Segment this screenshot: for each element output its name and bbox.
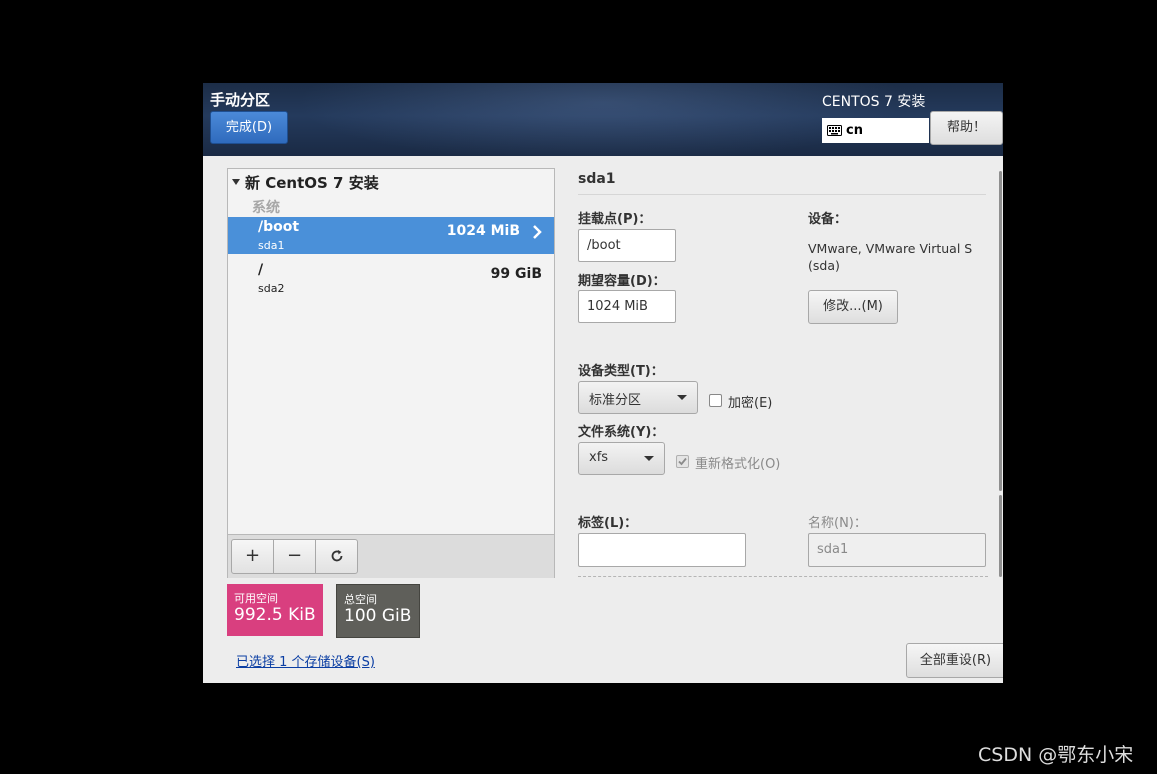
tree-root-label: 新 CentOS 7 安装 <box>245 174 379 192</box>
filesystem-select[interactable]: xfs <box>578 442 665 475</box>
total-space-label: 总空间 <box>344 593 377 606</box>
desired-capacity-label: 期望容量(D)： <box>578 274 666 289</box>
dashed-divider <box>578 576 988 577</box>
scrollbar[interactable] <box>999 171 1002 491</box>
partition-size: 1024 MiB <box>446 223 520 239</box>
total-space-value: 100 GiB <box>344 606 412 626</box>
encrypt-checkbox[interactable] <box>709 394 722 407</box>
page-title: 手动分区 <box>210 91 271 109</box>
expander-down-icon[interactable] <box>232 178 240 185</box>
add-partition-button[interactable]: + <box>231 539 274 574</box>
scrollbar-lower[interactable] <box>999 495 1002 577</box>
mount-point-label: 挂载点(P)： <box>578 212 652 227</box>
encrypt-label[interactable]: 加密(E) <box>728 392 772 411</box>
divider <box>578 194 986 195</box>
device-type-select[interactable]: 标准分区 <box>578 381 698 414</box>
available-space-label: 可用空间 <box>234 592 278 605</box>
help-button[interactable]: 帮助！ <box>930 111 1003 145</box>
storage-devices-link[interactable]: 已选择 1 个存储设备(S) <box>236 651 375 670</box>
device-type-value: 标准分区 <box>589 393 642 408</box>
product-title: CENTOS 7 安装 <box>822 94 926 110</box>
reformat-checkbox[interactable] <box>676 455 689 468</box>
remove-partition-button[interactable]: − <box>273 539 316 574</box>
keyboard-layout-indicator[interactable]: cn <box>822 118 929 143</box>
tag-input[interactable] <box>578 533 746 567</box>
header-bar: 手动分区 完成(D) CENTOS 7 安装 cn 帮助！ <box>203 83 1003 156</box>
done-button[interactable]: 完成(D) <box>210 111 288 144</box>
tree-root[interactable]: 新 CentOS 7 安装 <box>232 172 379 193</box>
mount-point-input[interactable]: /boot <box>578 229 676 262</box>
partition-detail-title: sda1 <box>578 171 616 187</box>
chevron-right-icon <box>533 225 542 239</box>
partition-toolbar: + − <box>228 534 554 578</box>
name-label: 名称(N)： <box>808 516 867 531</box>
installer-window: 手动分区 完成(D) CENTOS 7 安装 cn 帮助！ 新 CentOS 7… <box>203 83 1003 683</box>
device-type-label: 设备类型(T)： <box>578 364 664 379</box>
desired-capacity-input[interactable]: 1024 MiB <box>578 290 676 323</box>
checkmark-icon <box>678 457 687 466</box>
modify-device-button[interactable]: 修改...(M) <box>808 290 898 324</box>
watermark: CSDN @鄂东小宋 <box>978 744 1134 766</box>
dropdown-arrow-icon <box>644 456 654 461</box>
reset-all-button[interactable]: 全部重设(R) <box>906 643 1003 678</box>
partition-row-root[interactable]: / sda2 99 GiB <box>228 260 554 297</box>
name-input[interactable]: sda1 <box>808 533 986 567</box>
dropdown-arrow-icon <box>677 395 687 400</box>
partition-mount: /boot <box>258 219 300 235</box>
reformat-label[interactable]: 重新格式化(O) <box>695 453 780 472</box>
partition-size: 99 GiB <box>490 266 542 282</box>
device-value: VMware, VMware Virtual S (sda) <box>808 241 973 273</box>
partition-mount: / <box>258 262 264 278</box>
keyboard-icon <box>827 125 842 136</box>
group-label-system: 系统 <box>252 200 280 216</box>
partition-row-boot[interactable]: /boot sda1 1024 MiB <box>228 217 554 254</box>
available-space-box: 可用空间 992.5 KiB <box>227 584 323 636</box>
keyboard-layout-label: cn <box>846 123 863 138</box>
partition-tree-panel: 新 CentOS 7 安装 系统 /boot sda1 1024 MiB / s… <box>227 168 555 578</box>
partition-device: sda2 <box>258 282 285 295</box>
refresh-icon <box>331 550 342 562</box>
filesystem-value: xfs <box>589 450 609 465</box>
available-space-value: 992.5 KiB <box>234 605 316 625</box>
partition-device: sda1 <box>258 239 285 252</box>
device-label: 设备： <box>808 212 848 227</box>
tag-label: 标签(L)： <box>578 516 638 531</box>
total-space-box: 总空间 100 GiB <box>336 584 420 638</box>
refresh-button[interactable] <box>315 539 358 574</box>
filesystem-label: 文件系统(Y)： <box>578 425 665 440</box>
